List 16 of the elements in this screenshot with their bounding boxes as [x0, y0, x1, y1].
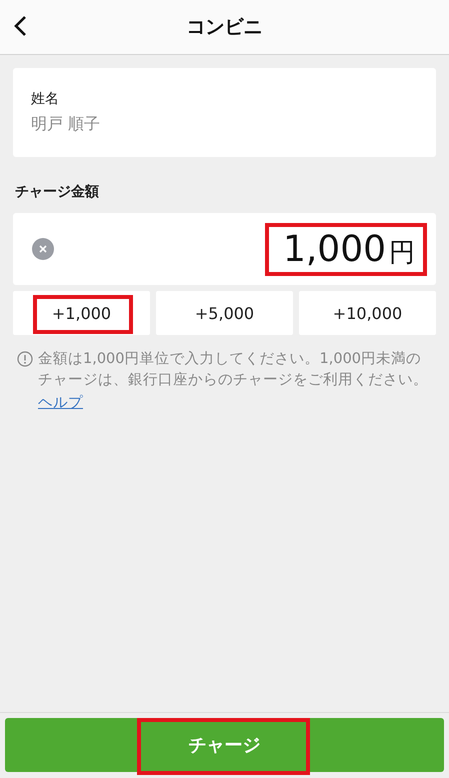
name-value: 明戸 順子	[31, 114, 102, 135]
amount-value: 1,000	[282, 228, 386, 270]
screen-title: コンビニ	[186, 15, 262, 40]
amount-field[interactable]: 1,000 円	[13, 213, 436, 285]
currency-label: 円	[389, 236, 415, 270]
help-link[interactable]: ヘルプ	[38, 393, 83, 412]
chevron-left-icon	[13, 15, 27, 37]
info-icon	[17, 351, 33, 367]
add-amount-button[interactable]: +5,000	[156, 291, 293, 335]
section-label: チャージ金額	[15, 183, 100, 201]
clear-button[interactable]	[32, 238, 54, 260]
add-amount-button[interactable]: +1,000	[13, 291, 150, 335]
field-label: 姓名	[31, 90, 60, 108]
notice-text: 金額は1,000円単位で入力してください。1,000円未満のチャージは、銀行口座からのチャージをご利用ください。	[38, 350, 429, 390]
add-amount-button[interactable]: +10,000	[299, 291, 436, 335]
close-icon	[38, 244, 48, 254]
